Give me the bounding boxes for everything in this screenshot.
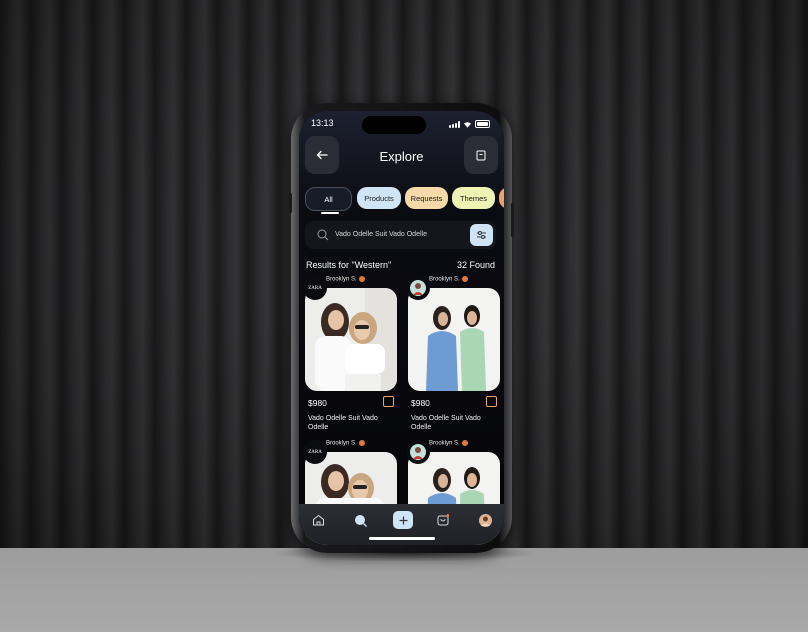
verified-icon [358,440,365,446]
seller-avatar: ZARA [303,440,327,464]
product-card[interactable]: Brooklyn S. $980 Vado Odelle Suit Vado O… [406,276,500,438]
sliders-icon [477,231,486,239]
seller-avatar: ZARA [303,276,327,300]
search-icon [354,514,367,527]
search-icon [317,229,329,241]
phone-frame: 13:13 Explore All Products Requests Them… [289,103,514,553]
nav-home[interactable] [310,512,326,528]
add-to-bag-button[interactable] [486,396,497,407]
bookmark-icon [476,150,486,160]
verified-icon [461,440,468,446]
product-card[interactable]: Brooklyn S. [406,440,500,545]
filter-chips: All Products Requests Themes [305,187,504,214]
seller-name: Brooklyn S. [326,276,365,283]
product-price: $980 [308,398,327,408]
status-time: 13:13 [311,118,334,128]
product-image [305,288,397,391]
seller-label: Brooklyn S. [429,440,460,447]
profile-avatar [478,513,492,527]
seller-name: Brooklyn S. [429,276,468,283]
avatar-photo [410,444,426,460]
nav-bag[interactable] [435,512,451,528]
chip-requests[interactable]: Requests [405,187,448,209]
chip-all[interactable]: All [305,187,352,211]
plus-icon [399,516,407,524]
seller-label: Brooklyn S. [429,276,460,283]
signal-icon [449,120,460,128]
avatar-brand-text: ZARA [308,449,322,455]
nav-profile[interactable] [477,512,493,528]
bookmark-button[interactable] [464,136,498,174]
verified-icon [358,276,365,282]
results-label: Results for "Western" [306,260,392,270]
seller-avatar [406,276,430,300]
chip-products[interactable]: Products [357,187,401,209]
phone-side-button [289,193,292,213]
product-price: $980 [411,398,430,408]
active-chip-indicator [321,212,339,214]
status-icons [449,120,490,128]
nav-add-button[interactable] [393,511,413,529]
bottom-nav [299,504,504,545]
verified-icon [461,276,468,282]
add-to-bag-button[interactable] [383,396,394,407]
avatar-brand-text: ZARA [308,285,322,291]
battery-icon [475,120,490,128]
nav-search[interactable] [352,512,368,528]
avatar-photo [410,280,426,296]
seller-avatar [406,440,430,464]
home-icon [312,514,324,526]
results-count: 32 Found [456,260,495,270]
search-bar[interactable]: Vado Odelle Suit Vado Odelle [305,221,496,249]
seller-label: Brooklyn S. [326,276,357,283]
seller-label: Brooklyn S. [326,440,357,447]
bag-icon [437,514,449,526]
search-input[interactable]: Vado Odelle Suit Vado Odelle [335,231,427,238]
seller-name: Brooklyn S. [326,440,365,447]
chip-more[interactable] [499,187,504,209]
wifi-icon [464,121,471,128]
phone-side-button [511,203,514,237]
home-indicator [369,537,435,540]
product-card[interactable]: ZARA Brooklyn S. [303,440,397,545]
product-card[interactable]: ZARA Brooklyn S. $980 Vado Odelle Suit V… [303,276,397,438]
product-name: Vado Odelle Suit Vado Odelle [308,415,378,431]
product-image [408,288,500,391]
phone-screen: 13:13 Explore All Products Requests Them… [299,111,504,545]
filter-button[interactable] [470,224,493,246]
product-name: Vado Odelle Suit Vado Odelle [411,415,481,431]
seller-name: Brooklyn S. [429,440,468,447]
dynamic-island [362,116,426,134]
chip-themes[interactable]: Themes [452,187,495,209]
